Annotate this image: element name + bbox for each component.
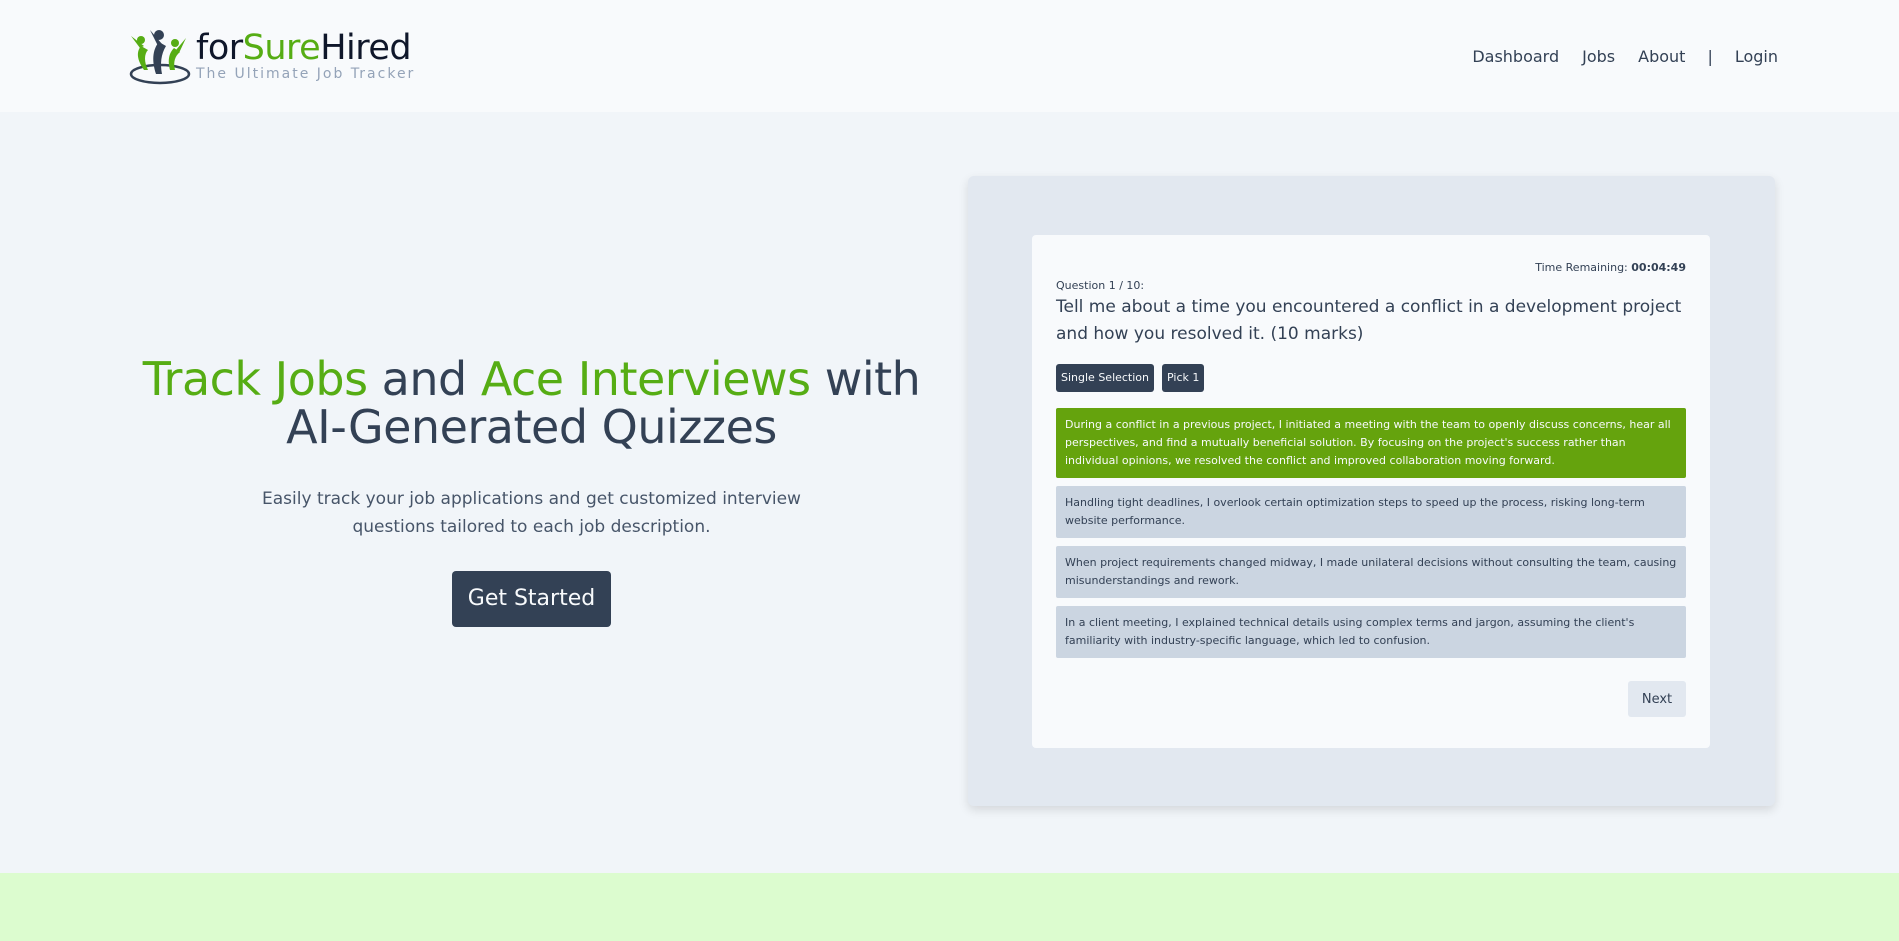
question-text: Tell me about a time you encountered a c…: [1056, 297, 1682, 344]
time-remaining: Time Remaining: 00:04:49: [1535, 261, 1686, 274]
brand-tagline: The Ultimate Job Tracker: [196, 66, 416, 82]
hero-section: Track Jobs and Ace Interviews with AI-Ge…: [128, 355, 935, 627]
brand-name: forSureHired: [196, 28, 412, 68]
question-number: Question 1 / 10:: [1056, 279, 1145, 292]
hero-subtitle: Easily track your job applications and g…: [262, 489, 801, 537]
answer-option[interactable]: In a client meeting, I explained technic…: [1056, 606, 1686, 658]
get-started-button[interactable]: Get Started: [452, 571, 611, 627]
answer-option[interactable]: Handling tight deadlines, I overlook cer…: [1056, 486, 1686, 538]
answer-option[interactable]: When project requirements changed midway…: [1056, 546, 1686, 598]
people-celebrating-icon: [129, 30, 191, 85]
site-header: forSureHired The Ultimate Job Tracker Da…: [0, 0, 1899, 112]
answer-options: During a conflict in a previous project,…: [1056, 408, 1686, 666]
nav-about[interactable]: About: [1638, 47, 1685, 66]
tag-pick-count: Pick 1: [1162, 364, 1205, 392]
question-tags: Single Selection Pick 1: [1056, 364, 1212, 392]
nav-separator: |: [1707, 47, 1713, 66]
next-button[interactable]: Next: [1628, 681, 1686, 717]
timer-value: 00:04:49: [1631, 261, 1686, 274]
hero-title: Track Jobs and Ace Interviews with AI-Ge…: [142, 352, 921, 454]
nav-dashboard[interactable]: Dashboard: [1472, 47, 1559, 66]
landing-page: forSureHired The Ultimate Job Tracker Da…: [0, 0, 1899, 941]
nav-login[interactable]: Login: [1735, 47, 1778, 66]
quiz-preview-panel: Time Remaining: 00:04:49 Question 1 / 10…: [968, 176, 1775, 806]
nav-jobs[interactable]: Jobs: [1582, 47, 1615, 66]
tag-selection-type: Single Selection: [1056, 364, 1155, 392]
logo[interactable]: forSureHired The Ultimate Job Tracker: [128, 26, 415, 86]
section-band: [0, 873, 1899, 941]
answer-option[interactable]: During a conflict in a previous project,…: [1056, 408, 1686, 478]
logo-text: forSureHired The Ultimate Job Tracker: [196, 26, 415, 82]
main-nav: Dashboard Jobs About | Login: [1472, 47, 1778, 66]
quiz-card: Time Remaining: 00:04:49 Question 1 / 10…: [1032, 235, 1710, 748]
